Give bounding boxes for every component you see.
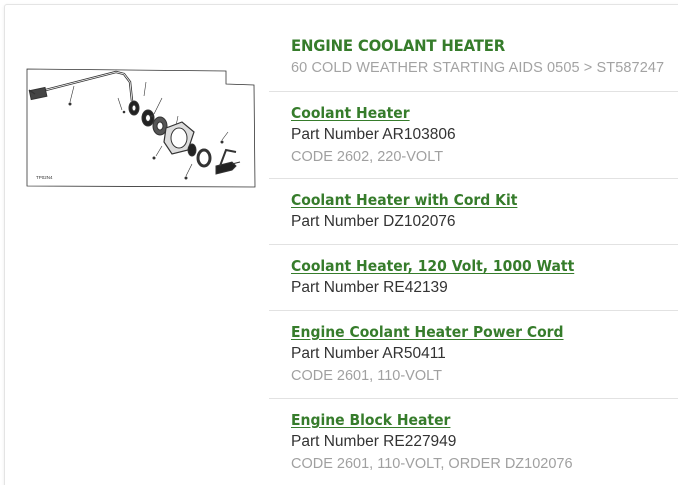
breadcrumb[interactable]: 60 COLD WEATHER STARTING AIDS 0505 > ST5…	[291, 60, 664, 76]
part-code: CODE 2601, 110-VOLT, ORDER DZ102076	[291, 456, 573, 472]
part-number: Part Number RE227949	[291, 433, 457, 450]
divider	[269, 398, 678, 399]
page-title: ENGINE COOLANT HEATER	[291, 36, 506, 55]
part-number: Part Number AR103806	[291, 126, 456, 143]
part-number: Part Number DZ102076	[291, 213, 456, 230]
diagram-o-ring	[196, 148, 212, 168]
divider	[269, 91, 678, 92]
divider	[269, 178, 678, 179]
diagram-plug	[28, 86, 48, 101]
page: TP02N4 ENGINE COOLANT HEATER 60 COLD WEA…	[0, 0, 678, 485]
part-code: CODE 2601, 110-VOLT	[291, 368, 442, 384]
part-item-coolant-heater-cord-kit: Coolant Heater with Cord Kit Part Number…	[291, 191, 543, 231]
part-number: Part Number AR50411	[291, 345, 446, 362]
part-code: CODE 2602, 220-VOLT	[291, 149, 444, 165]
part-item-coolant-heater: Coolant Heater Part Number AR103806 CODE…	[291, 104, 456, 165]
part-link[interactable]: Coolant Heater, 120 Volt, 1000 Watt	[291, 257, 574, 275]
part-number: Part Number RE42139	[291, 279, 448, 296]
divider	[269, 310, 678, 311]
part-link[interactable]: Engine Coolant Heater Power Cord	[291, 323, 564, 341]
part-item-coolant-heater-120v: Coolant Heater, 120 Volt, 1000 Watt Part…	[291, 257, 606, 297]
divider	[269, 244, 678, 245]
section-header: ENGINE COOLANT HEATER 60 COLD WEATHER ST…	[291, 36, 664, 76]
part-item-engine-block-heater: Engine Block Heater Part Number RE227949…	[291, 411, 573, 472]
parts-diagram[interactable]: TP02N4	[26, 66, 256, 190]
diagram-cord	[37, 70, 134, 102]
part-link[interactable]: Coolant Heater	[291, 104, 410, 122]
part-item-power-cord: Engine Coolant Heater Power Cord Part Nu…	[291, 323, 594, 384]
part-link[interactable]: Engine Block Heater	[291, 411, 450, 429]
diagram-code: TP02N4	[36, 175, 53, 180]
part-link[interactable]: Coolant Heater with Cord Kit	[291, 191, 517, 209]
